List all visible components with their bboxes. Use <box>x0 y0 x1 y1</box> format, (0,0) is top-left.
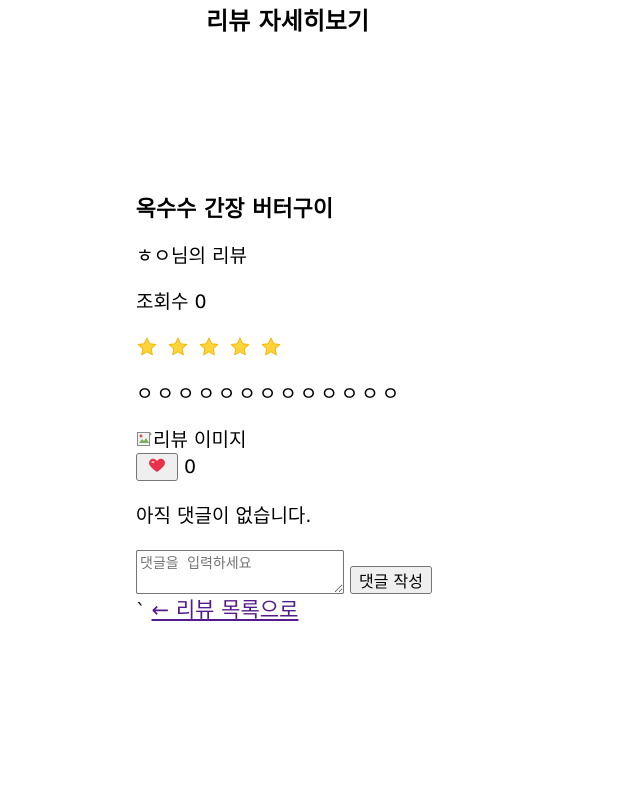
star-icon <box>260 336 282 358</box>
broken-image-icon <box>136 430 152 446</box>
view-count: 조회수 0 <box>136 288 596 316</box>
review-content: 옥수수 간장 버터구이 ㅎㅇ님의 리뷰 조회수 0 ㅇㅇㅇㅇㅇㅇㅇㅇㅇㅇㅇㅇㅇ 리… <box>136 190 596 625</box>
back-row: ` ← 리뷰 목록으로 <box>136 596 596 625</box>
no-comments-message: 아직 댓글이 없습니다. <box>136 505 312 527</box>
star-icon <box>229 336 251 358</box>
comment-input[interactable] <box>136 550 344 594</box>
review-image: 리뷰 이미지 <box>136 424 596 452</box>
comment-form: 댓글 작성 <box>136 550 596 594</box>
page-title: 리뷰 자세히보기 <box>206 7 370 35</box>
view-count-value: 0 <box>194 291 207 313</box>
review-title: 옥수수 간장 버터구이 <box>136 197 334 222</box>
star-icon <box>198 336 220 358</box>
review-image-alt-text: 리뷰 이미지 <box>153 428 247 451</box>
review-body: ㅇㅇㅇㅇㅇㅇㅇㅇㅇㅇㅇㅇㅇ <box>136 383 403 405</box>
star-rating <box>136 332 596 362</box>
back-to-list-link[interactable]: ← 리뷰 목록으로 <box>152 598 299 622</box>
view-count-label: 조회수 <box>136 291 189 313</box>
star-icon <box>167 336 189 358</box>
submit-comment-button[interactable]: 댓글 작성 <box>350 566 432 594</box>
like-count: 0 <box>184 456 197 478</box>
heart-icon <box>148 457 166 478</box>
like-row: 0 <box>136 452 596 482</box>
review-author: ㅎㅇ님의 리뷰 <box>136 245 247 267</box>
stray-backtick: ` <box>136 600 146 622</box>
star-icon <box>136 336 158 358</box>
review-detail-page: 리뷰 자세히보기 옥수수 간장 버터구이 ㅎㅇ님의 리뷰 조회수 0 ㅇㅇㅇㅇㅇㅇ… <box>0 0 628 799</box>
like-button[interactable] <box>136 453 178 481</box>
